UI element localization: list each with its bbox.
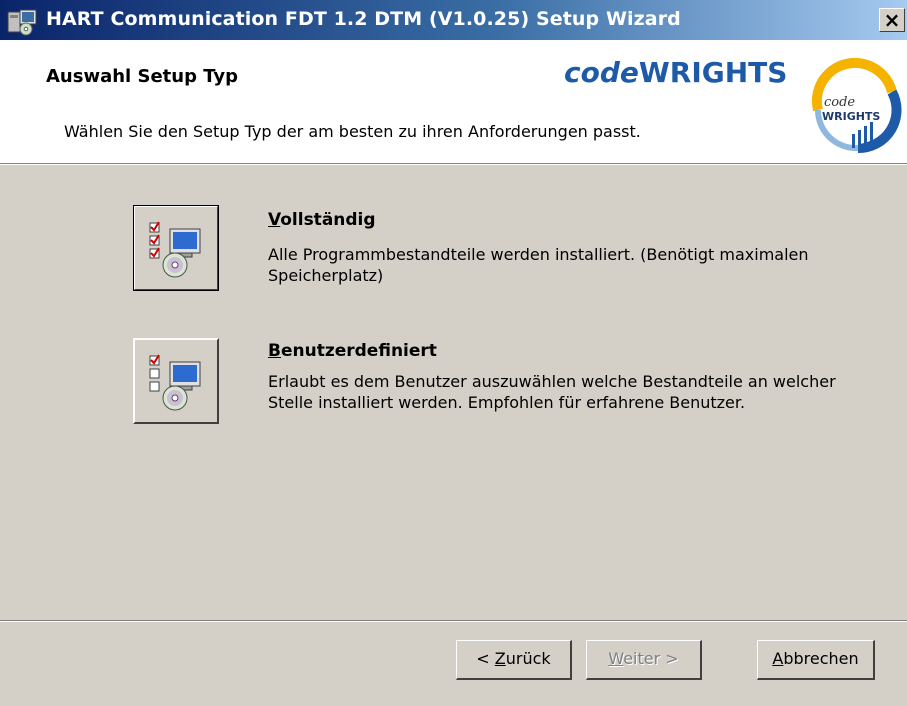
complete-setup-icon xyxy=(149,221,201,278)
cancel-button-mnemonic: A xyxy=(772,649,784,668)
badge-bottom-text: WRIGHTS xyxy=(822,110,880,123)
complete-setup-title: Vollständig xyxy=(268,210,376,230)
footer-separator xyxy=(0,620,907,622)
back-button-rest: urück xyxy=(505,649,551,668)
header-banner: Auswahl Setup Typ Wählen Sie den Setup T… xyxy=(0,40,907,163)
badge-top-text: code xyxy=(824,95,855,110)
page-title: Auswahl Setup Typ xyxy=(46,66,238,87)
page-subtitle: Wählen Sie den Setup Typ der am besten z… xyxy=(64,122,641,141)
cancel-button[interactable]: Abbrechen xyxy=(757,640,875,680)
complete-setup-description: Alle Programmbestandteile werden install… xyxy=(268,245,809,285)
complete-setup-mnemonic: V xyxy=(268,210,281,230)
setup-app-icon xyxy=(6,6,40,36)
back-button-mnemonic: Z xyxy=(494,649,506,668)
back-button[interactable]: < Zurück xyxy=(456,640,572,680)
window-title: HART Communication FDT 1.2 DTM (V1.0.25)… xyxy=(46,8,681,30)
brand-badge-icon: code WRIGHTS xyxy=(808,50,904,162)
close-icon: × xyxy=(883,8,901,32)
custom-setup-mnemonic: B xyxy=(268,341,281,361)
next-button[interactable]: Weiter > xyxy=(586,640,702,680)
brand-prefix: code xyxy=(564,56,639,89)
cancel-button-rest: bbrechen xyxy=(783,649,859,668)
custom-setup-icon xyxy=(149,354,201,411)
setup-wizard-window: HART Communication FDT 1.2 DTM (V1.0.25)… xyxy=(0,0,907,706)
custom-setup-title: Benutzerdefiniert xyxy=(268,341,437,361)
back-button-prefix: < xyxy=(476,649,495,668)
brand-logo: codeWRIGHTS xyxy=(564,56,787,89)
custom-setup-title-rest: enutzerdefiniert xyxy=(280,341,437,361)
custom-setup-description: Erlaubt es dem Benutzer auszuwählen welc… xyxy=(268,372,836,412)
title-bar[interactable]: HART Communication FDT 1.2 DTM (V1.0.25)… xyxy=(0,0,907,40)
header-separator xyxy=(0,163,907,165)
complete-setup-button[interactable] xyxy=(133,205,219,291)
close-button[interactable]: × xyxy=(879,8,905,32)
next-button-mnemonic: W xyxy=(608,649,624,668)
brand-suffix: WRIGHTS xyxy=(638,56,788,89)
complete-setup-title-rest: ollständig xyxy=(280,210,376,230)
next-button-rest: eiter > xyxy=(623,649,679,668)
custom-setup-button[interactable] xyxy=(133,338,219,424)
